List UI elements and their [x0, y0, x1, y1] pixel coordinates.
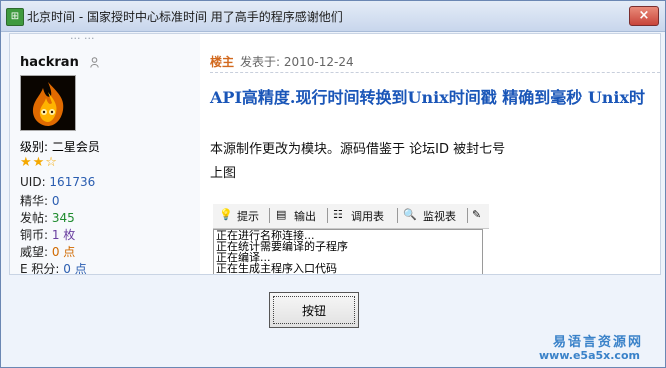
meta-divider	[210, 72, 660, 73]
body-line: 上图	[210, 166, 237, 181]
stat-value: 0 点	[63, 262, 87, 275]
hint-tab[interactable]: 提示	[237, 208, 259, 224]
body-line: 本源制作更改为模块。源码借鉴于 论坛ID 被封七号	[210, 142, 506, 157]
stat-label: 发帖:	[20, 211, 52, 225]
stat-value: 0	[51, 194, 60, 208]
hint-icon: 💡	[219, 208, 233, 221]
avatar[interactable]	[20, 75, 76, 131]
stat-prestige: 威望: 0 点	[20, 243, 75, 260]
app-icon: ⊞	[6, 8, 24, 26]
output-icon: ▤	[276, 208, 287, 221]
toolbar-separator	[467, 208, 468, 223]
clear-icon[interactable]: ✎	[472, 208, 481, 221]
toolbar-separator	[327, 208, 328, 223]
thread-starter-tag: 楼主	[210, 55, 235, 69]
stat-label: UID:	[20, 175, 50, 189]
stat-coins: 铜币: 1 枚	[20, 226, 75, 243]
stat-label: E 积分:	[20, 262, 64, 275]
author-sidebar: ... ... hackran 级别: 二星会员 ★★☆ UID: 161736…	[10, 34, 200, 274]
post-title[interactable]: API高精度.现行时间转换到Unix时间戳 精确到毫秒 Unix时	[210, 84, 645, 108]
watermark-title: 易语言资源网	[553, 335, 644, 350]
stat-value: 0 点	[51, 245, 76, 259]
stat-label: 精华:	[20, 194, 52, 208]
toolbar-separator	[269, 208, 270, 223]
post-meta: 楼主 发表于: 2010-12-24	[210, 53, 354, 70]
truncated-text: ... ...	[70, 33, 95, 42]
output-tab[interactable]: 输出	[294, 208, 316, 224]
stat-digest: 精华: 0	[20, 192, 60, 209]
stat-label: 铜币:	[20, 228, 52, 242]
call-stack-icon: ☷	[333, 208, 343, 221]
rank-stars: ★★☆	[20, 155, 58, 170]
watermark-url: www.e5a5x.com	[539, 349, 640, 362]
stat-value: 345	[51, 211, 75, 225]
stat-uid: UID: 161736	[20, 175, 95, 189]
stat-label: 威望:	[20, 245, 52, 259]
action-button[interactable]: 按钮	[269, 292, 359, 328]
close-button[interactable]: ×	[629, 6, 659, 26]
post-area: 楼主 发表于: 2010-12-24 API高精度.现行时间转换到Unix时间戳 …	[210, 34, 660, 274]
ide-output-log: 正在进行名称连接... 正在统计需要编译的子程序 正在编译... 正在生成主程序…	[213, 229, 483, 275]
user-icon	[90, 57, 99, 68]
ide-toolbar: 💡 提示 ▤ 输出 ☷ 调用表 🔍 监视表 ✎	[213, 204, 489, 229]
call-stack-tab[interactable]: 调用表	[351, 208, 384, 224]
app-window: ⊞ 北京时间 - 国家授时中心标准时间 用了高手的程序感谢他们 × ... ..…	[0, 0, 666, 368]
toolbar-separator	[397, 208, 398, 223]
watch-tab[interactable]: 监视表	[423, 208, 456, 224]
flame-avatar-image	[21, 76, 75, 130]
stat-value: 161736	[49, 175, 96, 189]
stat-posts: 发帖: 345	[20, 209, 75, 226]
stat-value: 1 枚	[51, 228, 76, 242]
forum-post-view: ... ... hackran 级别: 二星会员 ★★☆ UID: 161736…	[9, 33, 661, 275]
author-username[interactable]: hackran	[20, 55, 79, 70]
watch-icon: 🔍	[403, 208, 417, 221]
post-date: 发表于: 2010-12-24	[240, 55, 354, 69]
title-bar[interactable]: ⊞ 北京时间 - 国家授时中心标准时间 用了高手的程序感谢他们 ×	[1, 1, 665, 32]
member-rank: 级别: 二星会员	[20, 140, 100, 154]
stat-e-points: E 积分: 0 点	[20, 260, 87, 275]
ide-screenshot: 💡 提示 ▤ 输出 ☷ 调用表 🔍 监视表 ✎ 正在进行名称连接... 正在统计…	[213, 204, 489, 274]
post-body: 本源制作更改为模块。源码借鉴于 论坛ID 被封七号 上图	[210, 138, 505, 186]
log-line: 正在生成主程序入口代码	[216, 262, 337, 275]
window-title: 北京时间 - 国家授时中心标准时间 用了高手的程序感谢他们	[27, 10, 343, 24]
